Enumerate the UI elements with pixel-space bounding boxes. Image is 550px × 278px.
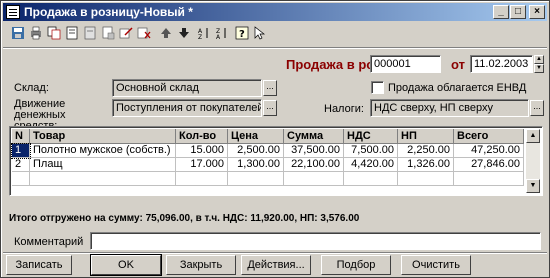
taxes-field[interactable]: НДС сверху, НП сверху (370, 99, 529, 117)
date-spinner[interactable]: ▲ ▼ (534, 55, 544, 73)
warehouse-label: Склад: (14, 82, 49, 94)
close-button[interactable]: × (529, 5, 545, 19)
cell-total[interactable]: 27,846.00 (454, 158, 524, 172)
actions-button[interactable]: Действия... (241, 255, 311, 275)
cell-n[interactable]: 1 (11, 143, 31, 159)
up-arrow-icon[interactable] (159, 26, 173, 40)
col-header-sum[interactable]: Сумма (284, 129, 344, 144)
cell-sum[interactable]: 37,500.00 (284, 144, 344, 158)
cell-product[interactable]: Плащ (30, 158, 176, 172)
taxes-label: Налоги: (324, 103, 364, 115)
col-header-n[interactable]: N (12, 129, 30, 144)
print-icon[interactable] (29, 26, 43, 40)
doc3-icon[interactable] (101, 26, 115, 40)
cell-qty[interactable]: 15.000 (176, 144, 228, 158)
envd-checkbox[interactable] (371, 81, 384, 94)
save-icon[interactable] (11, 26, 25, 40)
clear-button[interactable]: Очистить (401, 255, 471, 275)
col-header-price[interactable]: Цена (228, 129, 284, 144)
cell-sum[interactable]: 22,100.00 (284, 158, 344, 172)
document-icon (6, 5, 20, 19)
close-doc-button[interactable]: Закрыть (166, 255, 236, 275)
cell-product[interactable]: Полотно мужское (собств.) (30, 144, 176, 158)
table-scrollbar[interactable]: ▲ ▼ (526, 129, 540, 193)
doc-date-field[interactable]: 11.02.2003 (470, 55, 533, 73)
comment-label: Комментарий (14, 236, 84, 248)
window-title: Продажа в розницу-Новый * (24, 5, 193, 19)
record-button[interactable]: Записать (6, 255, 72, 275)
maximize-button[interactable]: □ (510, 5, 526, 19)
doc-icon[interactable] (65, 26, 79, 40)
document-window: Продажа в розницу-Новый * _ □ × AZ ZA ? … (0, 0, 550, 278)
cell-total[interactable]: 47,250.00 (454, 144, 524, 158)
taxes-select-button[interactable]: ... (530, 100, 544, 116)
cell-np[interactable]: 2,250.00 (398, 144, 454, 158)
col-header-np[interactable]: НП (398, 129, 454, 144)
delete-icon[interactable] (137, 26, 151, 40)
pointer-icon[interactable] (253, 26, 267, 40)
down-arrow-icon[interactable] (177, 26, 191, 40)
title-bar[interactable]: Продажа в розницу-Новый * _ □ × (3, 3, 547, 21)
minimize-button[interactable]: _ (493, 5, 509, 19)
sort-asc-icon[interactable]: AZ (197, 26, 211, 40)
cell-price[interactable]: 1,300.00 (228, 158, 284, 172)
toolbar: AZ ZA ? (7, 23, 307, 45)
svg-text:?: ? (239, 29, 245, 40)
cash-move-select-button[interactable]: ... (263, 100, 277, 116)
svg-text:A: A (216, 34, 221, 40)
cell-np[interactable]: 1,326.00 (398, 158, 454, 172)
edit-icon[interactable] (119, 26, 133, 40)
col-header-qty[interactable]: Кол-во (176, 129, 228, 144)
help-icon[interactable]: ? (235, 26, 249, 40)
warehouse-select-button[interactable]: ... (263, 80, 277, 96)
scroll-down-button[interactable]: ▼ (526, 179, 540, 193)
button-bar-separator (3, 252, 547, 254)
cell-vat[interactable]: 4,420.00 (344, 158, 398, 172)
goods-table[interactable]: N Товар Кол-во Цена Сумма НДС НП Всего 1… (9, 126, 543, 196)
cell-price[interactable]: 2,500.00 (228, 144, 284, 158)
doc-number-field[interactable]: 000001 (370, 55, 441, 73)
ok-button[interactable]: OK (90, 254, 162, 276)
col-header-product[interactable]: Товар (30, 129, 176, 144)
cell-qty[interactable]: 17.000 (176, 158, 228, 172)
cash-move-field[interactable]: Поступления от покупателей (112, 99, 262, 117)
copy-icon[interactable] (47, 26, 61, 40)
cell-n[interactable]: 2 (12, 158, 30, 172)
totals-summary: Итого отгружено на сумму: 75,096.00, в т… (9, 213, 360, 224)
scroll-up-button[interactable]: ▲ (526, 129, 540, 143)
doc2-icon[interactable] (83, 26, 97, 40)
toolbar-separator (3, 47, 547, 49)
svg-text:Z: Z (198, 34, 202, 40)
col-header-total[interactable]: Всего (454, 129, 524, 144)
cell-vat[interactable]: 7,500.00 (344, 144, 398, 158)
select-button[interactable]: Подбор (321, 255, 391, 275)
date-label: от (451, 57, 465, 72)
envd-label: Продажа облагается ЕНВД (388, 82, 527, 94)
comment-field[interactable] (90, 232, 541, 250)
warehouse-field[interactable]: Основной склад (112, 79, 262, 97)
col-header-vat[interactable]: НДС (344, 129, 398, 144)
sort-desc-icon[interactable]: ZA (215, 26, 229, 40)
